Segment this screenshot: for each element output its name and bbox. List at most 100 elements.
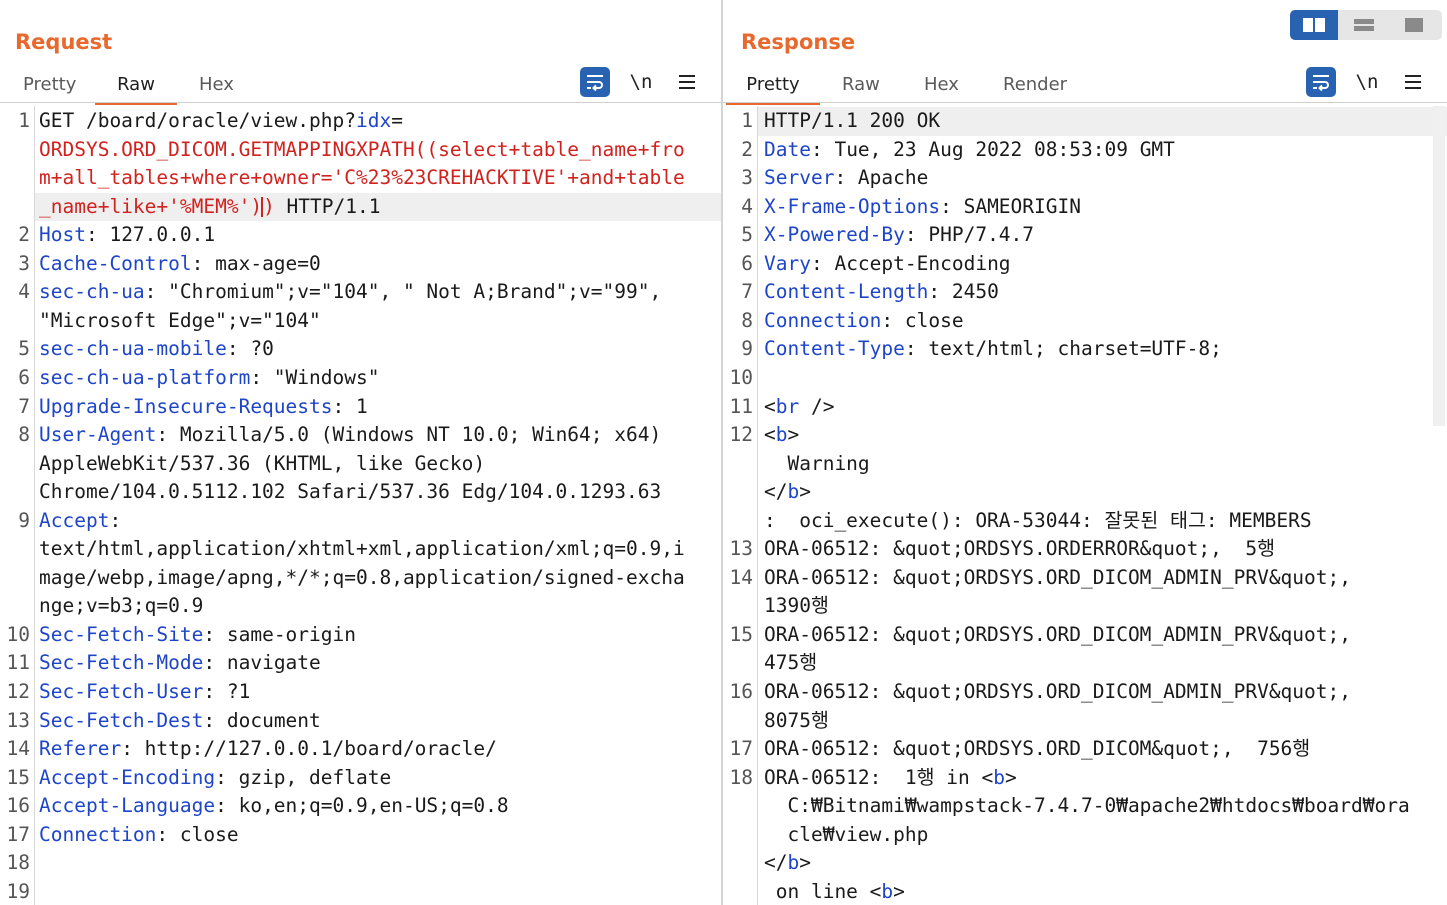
line-number: 15	[729, 622, 753, 646]
code-line[interactable]: 12 <b>	[723, 421, 1447, 450]
code-line[interactable]: 3 Server: Apache	[723, 164, 1447, 193]
token-text: : "Windows"	[250, 365, 380, 389]
response-editor[interactable]: 1 HTTP/1.1 200 OK 2 Date: Tue, 23 Aug 2022 …	[723, 106, 1447, 905]
menu-icon[interactable]	[1398, 67, 1428, 97]
code-line[interactable]: 1 GET /board/oracle/view.php?idx=	[0, 107, 721, 136]
token-keyword: Accept	[39, 508, 110, 532]
code-line[interactable]: 5 sec-ch-ua-mobile: ?0	[0, 335, 721, 364]
code-line[interactable]: 11 <br />	[723, 393, 1447, 422]
token-text: ORA-06512: &quot;ORDSYS.ORD_DICOM_ADMIN_…	[764, 680, 1351, 703]
code-line[interactable]: 9 Accept:	[0, 507, 721, 536]
code-line[interactable]: 475행	[723, 649, 1447, 678]
token-text: : gzip, deflate	[215, 765, 392, 789]
code-line[interactable]: : oci_execute(): ORA-53044: 잘못된 태그: MEMB…	[723, 507, 1447, 536]
code-line[interactable]: 16 ORA-06512: &quot;ORDSYS.ORD_DICOM_ADMI…	[723, 678, 1447, 707]
response-tab-render[interactable]: Render	[1003, 72, 1067, 102]
code-line[interactable]: AppleWebKit/537.36 (KHTML, like Gecko)	[0, 450, 721, 479]
token-text: : SAMEORIGIN	[940, 194, 1081, 218]
code-text: nge;v=b3;q=0.9	[39, 592, 707, 621]
token-keyword: Sec-Fetch-User	[39, 680, 204, 703]
code-line[interactable]: 8 User-Agent: Mozilla/5.0 (Windows NT 10.…	[0, 421, 721, 450]
code-line[interactable]: C:₩Bitnami₩wampstack-7.4.7-0₩apache2₩htd…	[723, 792, 1447, 821]
code-line[interactable]: 15 ORA-06512: &quot;ORDSYS.ORD_DICOM_ADMI…	[723, 621, 1447, 650]
code-line[interactable]: 10 Sec-Fetch-Site: same-origin	[0, 621, 721, 650]
request-tab-hex[interactable]: Hex	[199, 72, 234, 102]
newline-icon[interactable]: \n	[626, 67, 656, 97]
code-line[interactable]: "Microsoft Edge";v="104"	[0, 307, 721, 336]
newline-icon[interactable]: \n	[1352, 67, 1382, 97]
code-line[interactable]: mage/webp,image/apng,*/*;q=0.8,applicati…	[0, 564, 721, 593]
code-line[interactable]: 7 Upgrade-Insecure-Requests: 1	[0, 393, 721, 422]
code-line[interactable]: </b>	[723, 478, 1447, 507]
code-line[interactable]: 8 Connection: close	[723, 307, 1447, 336]
code-line[interactable]: 2 Host: 127.0.0.1	[0, 221, 721, 250]
code-line[interactable]: 3 Cache-Control: max-age=0	[0, 250, 721, 279]
code-line[interactable]: 6 sec-ch-ua-platform: "Windows"	[0, 364, 721, 393]
stacked-layout-icon[interactable]	[1340, 10, 1388, 40]
code-line[interactable]: 18	[0, 849, 721, 878]
request-tab-raw[interactable]: Raw	[95, 72, 177, 105]
response-tab-hex[interactable]: Hex	[924, 72, 959, 102]
token-keyword: X-Frame-Options	[764, 194, 941, 218]
single-layout-icon[interactable]	[1390, 10, 1438, 40]
response-tab-raw[interactable]: Raw	[842, 72, 880, 102]
code-line[interactable]: 14 ORA-06512: &quot;ORDSYS.ORD_DICOM_ADMI…	[723, 564, 1447, 593]
code-line[interactable]: 10	[723, 364, 1447, 393]
code-line[interactable]: 18 ORA-06512: 1행 in <b>	[723, 764, 1447, 793]
code-line[interactable]: 17 Connection: close	[0, 821, 721, 850]
code-line[interactable]: cle₩view.php	[723, 821, 1447, 850]
code-line[interactable]: 2 Date: Tue, 23 Aug 2022 08:53:09 GMT	[723, 136, 1447, 165]
code-line[interactable]: Chrome/104.0.5112.102 Safari/537.36 Edg/…	[0, 478, 721, 507]
code-line[interactable]: 16 Accept-Language: ko,en;q=0.9,en-US;q=0…	[0, 792, 721, 821]
code-text: Date: Tue, 23 Aug 2022 08:53:09 GMT	[764, 136, 1433, 165]
code-text: Sec-Fetch-Site: same-origin	[39, 621, 707, 650]
code-line[interactable]: m+all_tables+where+owner='C%23%23CREHACK…	[0, 164, 721, 193]
code-line[interactable]: 4 sec-ch-ua: "Chromium";v="104", " Not A;…	[0, 278, 721, 307]
code-line[interactable]: 1 HTTP/1.1 200 OK	[741, 107, 1447, 136]
code-line[interactable]: 9 Content-Type: text/html; charset=UTF-8;	[723, 335, 1447, 364]
code-line[interactable]: 1390행	[723, 592, 1447, 621]
token-text: C:₩Bitnami₩wampstack-7.4.7-0₩apache2₩htd…	[764, 794, 1410, 818]
request-panel: Request Pretty Raw Hex \n 1 GET /board/or…	[0, 0, 721, 905]
wrap-icon[interactable]	[580, 67, 610, 97]
code-line[interactable]: 13 Sec-Fetch-Dest: document	[0, 707, 721, 736]
line-number: 2	[741, 137, 753, 161]
code-line[interactable]: 6 Vary: Accept-Encoding	[723, 250, 1447, 279]
code-line[interactable]: 17 ORA-06512: &quot;ORDSYS.ORD_DICOM&quot…	[723, 735, 1447, 764]
code-line[interactable]: 11 Sec-Fetch-Mode: navigate	[0, 649, 721, 678]
request-tab-divider	[0, 102, 721, 103]
menu-icon[interactable]	[672, 67, 702, 97]
code-line[interactable]: 8075행	[723, 707, 1447, 736]
code-line[interactable]: 7 Content-Length: 2450	[723, 278, 1447, 307]
code-line[interactable]: 5 X-Powered-By: PHP/7.4.7	[723, 221, 1447, 250]
request-editor[interactable]: 1 GET /board/oracle/view.php?idx= ORDSYS.O…	[0, 106, 721, 905]
code-line[interactable]: text/html,application/xhtml+xml,applicat…	[0, 535, 721, 564]
token-text: : Mozilla/5.0 (Windows NT 10.0; Win64; x…	[156, 423, 662, 447]
token-text: : oci_execute(): ORA-53044: 잘못된 태그: MEMB…	[764, 508, 1312, 532]
code-text: <b>	[764, 421, 1433, 450]
token-text: AppleWebKit/537.36 (KHTML, like Gecko)	[39, 451, 486, 475]
response-scrollbar[interactable]	[1433, 106, 1445, 426]
code-line[interactable]: 13 ORA-06512: &quot;ORDSYS.ORDERROR&quot;…	[723, 535, 1447, 564]
token-text: 475행	[764, 651, 818, 675]
code-line[interactable]: 14 Referer: http://127.0.0.1/board/oracle…	[0, 735, 721, 764]
code-line[interactable]: 15 Accept-Encoding: gzip, deflate	[0, 764, 721, 793]
code-text: C:₩Bitnami₩wampstack-7.4.7-0₩apache2₩htd…	[764, 792, 1433, 821]
code-line[interactable]: ORDSYS.ORD_DICOM.GETMAPPINGXPATH((select…	[0, 136, 721, 165]
code-line[interactable]: _name+like+'%MEM%')) HTTP/1.1	[35, 192, 721, 222]
code-line[interactable]: </b>	[723, 849, 1447, 878]
code-line[interactable]: nge;v=b3;q=0.9	[0, 592, 721, 621]
code-text: Accept:	[39, 507, 707, 536]
code-text: Warning	[764, 450, 1433, 479]
request-tab-pretty[interactable]: Pretty	[23, 72, 76, 102]
code-line[interactable]: Warning	[723, 450, 1447, 479]
wrap-icon[interactable]	[1306, 67, 1336, 97]
side-by-side-layout-icon[interactable]	[1290, 10, 1338, 40]
token-text: />	[799, 394, 835, 418]
code-line[interactable]: 4 X-Frame-Options: SAMEORIGIN	[723, 193, 1447, 222]
code-line[interactable]: 12 Sec-Fetch-User: ?1	[0, 678, 721, 707]
request-tabs: Pretty Raw Hex	[0, 72, 721, 105]
code-line[interactable]: on line <b>	[723, 878, 1447, 905]
response-tab-pretty[interactable]: Pretty	[726, 72, 820, 105]
code-line[interactable]: 19	[0, 878, 721, 905]
